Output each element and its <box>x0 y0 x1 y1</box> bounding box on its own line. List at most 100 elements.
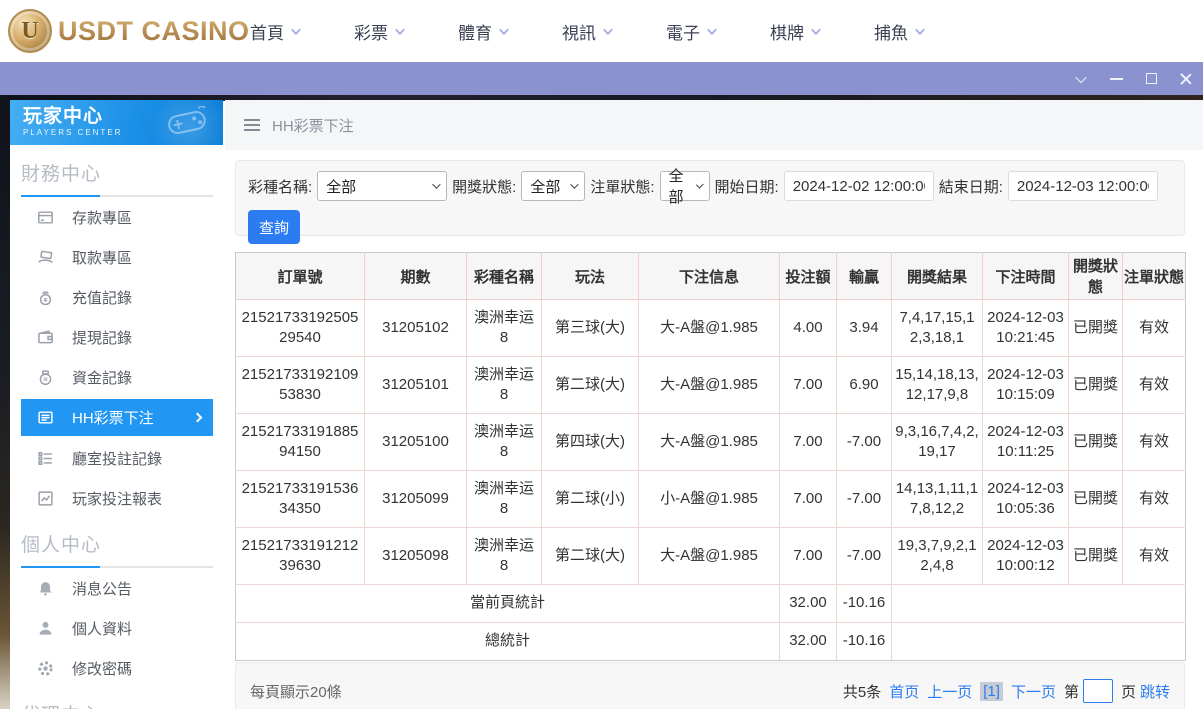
sidebar-item-hh-lottery-bets[interactable]: HH彩票下注 <box>21 399 213 436</box>
window-titlebar <box>0 62 1203 95</box>
sidebar-item-funds-records[interactable]: 資金記錄 <box>21 357 213 397</box>
cell-order-id: 2152173319210953830 <box>235 356 365 414</box>
deposit-card-icon <box>37 209 54 226</box>
cell-draw-result: 14,13,1,11,17,8,12,2 <box>891 470 983 528</box>
hamburger-icon[interactable] <box>244 119 260 131</box>
sidebar-item-label: 消息公告 <box>72 580 133 598</box>
cell-bet-amount: 7.00 <box>779 356 837 414</box>
sidebar-item-label: HH彩票下注 <box>72 410 154 427</box>
menu-item-label: 視訊 <box>562 23 596 43</box>
end-date-input[interactable] <box>1007 171 1158 201</box>
summary-label: 總統計 <box>235 622 780 661</box>
cell-issue: 31205102 <box>364 299 467 357</box>
jump-suffix-text: 页 <box>1120 683 1136 701</box>
col-header-bet-amount: 投注額 <box>779 252 837 300</box>
window-controls <box>1074 62 1197 95</box>
chevron-right-icon <box>192 412 203 423</box>
cell-order-status: 有效 <box>1122 413 1186 471</box>
sidebar-item-label: 修改密碼 <box>72 660 133 678</box>
cell-draw-result: 7,4,17,15,12,3,18,1 <box>891 299 983 357</box>
cell-issue: 31205098 <box>364 527 467 585</box>
chevron-down-icon <box>706 24 717 35</box>
sidebar-item-label: 廳室投註記錄 <box>72 450 163 468</box>
maximize-button[interactable] <box>1144 72 1158 86</box>
cell-order-id: 2152173319188594150 <box>235 413 365 471</box>
col-header-lottery-name: 彩種名稱 <box>466 252 542 300</box>
cell-draw-result: 15,14,18,13,12,17,9,8 <box>891 356 983 414</box>
cell-play-type: 第四球(大) <box>541 413 639 471</box>
cell-order-status: 有效 <box>1122 356 1186 414</box>
summary-label: 當前頁統計 <box>235 584 780 623</box>
chevron-down-icon <box>290 24 301 35</box>
cell-bet-info: 大-A盤@1.985 <box>638 299 780 357</box>
jump-button[interactable]: 跳转 <box>1140 681 1170 702</box>
jump-prefix-text: 第 <box>1063 683 1079 701</box>
chevron-down-icon <box>432 180 441 189</box>
window-menu-chevron-icon[interactable] <box>1074 71 1088 86</box>
sidebar-item-label: 資金記錄 <box>72 369 133 387</box>
section-title-personal: 個人中心 <box>21 535 102 556</box>
sidebar-item-player-bet-report[interactable]: 玩家投注報表 <box>21 478 213 518</box>
summary-bet-amount: 32.00 <box>779 584 837 623</box>
menu-item-label: 彩票 <box>354 23 388 43</box>
start-date-input[interactable] <box>783 171 934 201</box>
order-status-select[interactable]: 全部 <box>659 168 710 206</box>
cell-bet-time: 2024-12-03 10:11:25 <box>982 413 1069 471</box>
clipboard-list-icon <box>37 450 54 467</box>
sidebar-item-profile[interactable]: 個人資料 <box>21 608 213 648</box>
lottery-name-select[interactable]: 全部 <box>317 171 448 201</box>
page-jump-input[interactable] <box>1082 679 1113 703</box>
summary-row-total: 總統計 32.00 -10.16 <box>235 622 1186 661</box>
sidebar-subtitle: PLAYERS CENTER <box>23 128 123 137</box>
logo-text: USDT CASINO <box>58 15 250 46</box>
draw-status-select[interactable]: 全部 <box>521 171 586 201</box>
sidebar-item-label: 玩家投注報表 <box>72 490 163 508</box>
cell-bet-time: 2024-12-03 10:21:45 <box>982 299 1069 357</box>
menu-item-live-video[interactable]: 視訊 <box>534 19 638 44</box>
col-header-bet-info: 下注信息 <box>638 252 780 300</box>
chevron-down-icon <box>602 24 613 35</box>
sidebar-item-deposit[interactable]: 存款專區 <box>21 197 213 237</box>
menu-item-lottery[interactable]: 彩票 <box>326 19 430 44</box>
cell-bet-info: 大-A盤@1.985 <box>638 356 780 414</box>
menu-item-home[interactable]: 首頁 <box>222 19 326 44</box>
search-button[interactable]: 查詢 <box>248 210 300 244</box>
first-page-link[interactable]: 首页 <box>889 681 919 702</box>
order-status-select-value: 全部 <box>668 168 684 206</box>
cell-issue: 31205099 <box>364 470 467 528</box>
next-page-link[interactable]: 下一页 <box>1011 681 1056 702</box>
cell-issue: 31205100 <box>364 413 467 471</box>
summary-bet-amount: 32.00 <box>779 622 837 661</box>
close-button[interactable] <box>1179 72 1193 86</box>
page-title: HH彩票下注 <box>272 117 354 135</box>
minimize-button[interactable] <box>1109 72 1123 86</box>
cell-order-status: 有效 <box>1122 527 1186 585</box>
menu-item-fishing[interactable]: 捕魚 <box>846 19 950 44</box>
menu-item-label: 電子 <box>666 23 700 43</box>
sidebar-item-label: 存款專區 <box>72 209 133 227</box>
sidebar-item-hall-bet-records[interactable]: 廳室投註記錄 <box>21 438 213 478</box>
menu-item-sports[interactable]: 體育 <box>430 19 534 44</box>
main-content: HH彩票下注 彩種名稱: 全部 開獎狀態: 全部 注單狀態: 全部 開始日期: … <box>225 100 1203 709</box>
cell-lottery-name: 澳洲幸运8 <box>466 299 542 357</box>
prev-page-link[interactable]: 上一页 <box>927 681 972 702</box>
sidebar-item-label: 個人資料 <box>72 620 133 638</box>
sidebar-item-change-password[interactable]: 修改密碼 <box>21 648 213 688</box>
bell-icon <box>37 580 54 597</box>
gamepad-icon <box>168 106 206 134</box>
cell-bet-info: 小-A盤@1.985 <box>638 470 780 528</box>
cell-draw-status: 已開獎 <box>1068 527 1123 585</box>
cell-win-loss: -7.00 <box>836 413 892 471</box>
table-row: 2152173319153634350 31205099 澳洲幸运8 第二球(小… <box>235 470 1186 528</box>
sidebar-item-announcements[interactable]: 消息公告 <box>21 568 213 608</box>
logo[interactable]: U USDT CASINO <box>8 9 250 53</box>
filter-panel: 彩種名稱: 全部 開獎狀態: 全部 注單狀態: 全部 開始日期: 結束日期: <box>235 160 1185 244</box>
menu-item-egames[interactable]: 電子 <box>638 19 742 44</box>
cell-play-type: 第二球(大) <box>541 356 639 414</box>
menu-item-chess[interactable]: 棋牌 <box>742 19 846 44</box>
col-header-order-status: 注單狀態 <box>1122 252 1186 300</box>
sidebar-item-withdrawal-records[interactable]: 提現記錄 <box>21 317 213 357</box>
hand-money-icon <box>37 249 54 266</box>
sidebar-item-withdraw[interactable]: 取款專區 <box>21 237 213 277</box>
sidebar-item-recharge-records[interactable]: 充值記錄 <box>21 277 213 317</box>
